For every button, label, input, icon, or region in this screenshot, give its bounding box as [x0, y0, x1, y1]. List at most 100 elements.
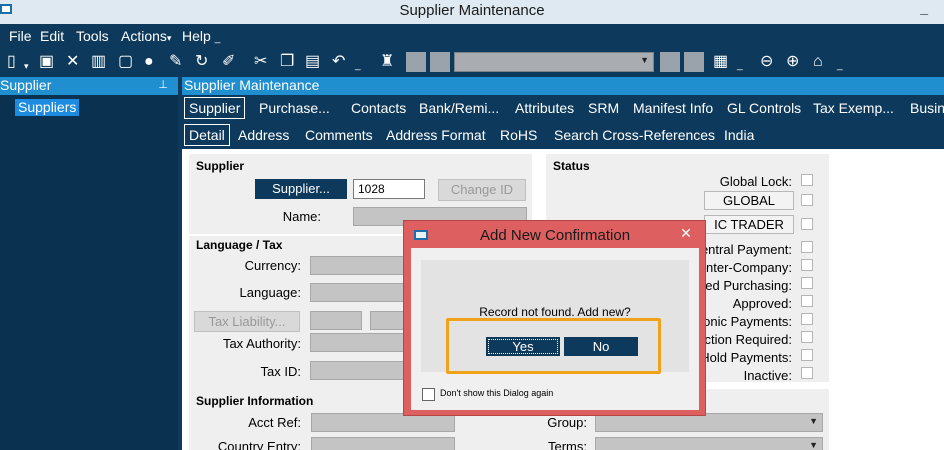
tab-address[interactable]: Address	[238, 127, 289, 143]
cut-icon[interactable]: ✂	[254, 52, 267, 72]
tax-authority-field[interactable]	[310, 333, 410, 352]
currency-field[interactable]	[310, 256, 410, 275]
chevron-down-icon[interactable]: _	[837, 56, 843, 76]
menu-file[interactable]: File	[9, 28, 32, 44]
record-navigator-combo[interactable]: ▼	[454, 52, 654, 72]
terms-combo[interactable]: ▼	[595, 437, 823, 450]
inactive-checkbox[interactable]	[801, 367, 813, 379]
central-payment-checkbox[interactable]	[801, 241, 813, 253]
dont-show-label: Don't show this Dialog again	[440, 388, 554, 398]
supplier-id-input[interactable]: 1028	[353, 179, 425, 199]
undo-icon[interactable]: ↶	[332, 52, 345, 72]
save-icon[interactable]: ▣	[39, 52, 54, 72]
minimize-button[interactable]: _	[920, 0, 928, 16]
global-lock-label: Global Lock:	[719, 174, 792, 189]
chevron-down-icon[interactable]: ▾	[24, 56, 29, 76]
tab-manifest-info[interactable]: Manifest Info	[633, 100, 713, 116]
tab-gl-controls[interactable]: GL Controls	[727, 100, 801, 116]
sub-tab-row: Detail Address Comments Address Format R…	[182, 123, 944, 149]
chevron-down-icon[interactable]: _	[355, 56, 361, 76]
ic-trader-button[interactable]: IC TRADER	[704, 215, 794, 234]
approved-checkbox[interactable]	[801, 295, 813, 307]
change-id-button[interactable]: Change ID	[438, 179, 526, 201]
linked-purchasing-checkbox[interactable]	[801, 277, 813, 289]
tab-purchase[interactable]: Purchase...	[259, 100, 330, 116]
tab-address-format[interactable]: Address Format	[386, 127, 486, 143]
tab-business[interactable]: Busin	[910, 100, 944, 116]
new-icon[interactable]: ▯	[7, 52, 16, 72]
menu-actions[interactable]: Actions▾	[121, 28, 171, 44]
back-icon[interactable]: ⊖	[760, 52, 773, 72]
tree-panel: Supplier ⊥ Suppliers	[0, 77, 178, 450]
tab-attributes[interactable]: Attributes	[515, 100, 574, 116]
tax-liability-field[interactable]	[310, 311, 362, 330]
section-language-tax: Language / Tax	[196, 238, 283, 252]
copy-icon[interactable]: ❐	[280, 52, 294, 72]
tab-supplier[interactable]: Supplier	[184, 97, 246, 119]
last-record-icon[interactable]	[684, 52, 704, 72]
tab-comments[interactable]: Comments	[305, 127, 373, 143]
attach-icon[interactable]: ✎	[169, 52, 182, 72]
chevron-down-icon: ▼	[809, 416, 818, 426]
menu-edit[interactable]: Edit	[40, 28, 64, 44]
supplier-button[interactable]: Supplier...	[255, 179, 347, 199]
dialog-message: Record not found. Add new?	[479, 305, 631, 319]
tab-india[interactable]: India	[724, 127, 754, 143]
menu-help[interactable]: Help _	[182, 28, 220, 44]
chevron-down-icon: _	[214, 33, 221, 44]
add-new-confirmation-dialog: Add New Confirmation ✕ Record not found.…	[403, 220, 706, 416]
tab-bank-remit[interactable]: Bank/Remi...	[419, 100, 499, 116]
dialog-title: Add New Confirmation	[480, 227, 631, 244]
global-button[interactable]: GLOBAL	[704, 191, 794, 210]
book-icon[interactable]: ▥	[91, 52, 106, 72]
menu-bar: File Edit Tools Actions▾ Help _	[0, 24, 944, 48]
no-button[interactable]: No	[564, 337, 638, 356]
tax-liability-button[interactable]: Tax Liability...	[194, 311, 300, 332]
pin-icon[interactable]: ⊥	[158, 78, 168, 91]
name-label: Name:	[282, 209, 321, 224]
menu-tools[interactable]: Tools	[76, 28, 109, 44]
delete-icon[interactable]: ✕	[66, 52, 79, 72]
next-record-icon[interactable]	[660, 52, 680, 72]
country-entry-field[interactable]	[311, 437, 455, 450]
layout-icon[interactable]: ▦	[713, 52, 728, 72]
tree-node-suppliers[interactable]: Suppliers	[15, 99, 80, 116]
title-bar: Supplier Maintenance _	[0, 0, 944, 24]
action-required-checkbox[interactable]	[801, 331, 813, 343]
language-field[interactable]	[310, 283, 410, 302]
window-title: Supplier Maintenance	[399, 2, 545, 19]
close-icon[interactable]: ✕	[675, 224, 697, 242]
tab-detail[interactable]: Detail	[184, 124, 230, 146]
tab-tax-exemption[interactable]: Tax Exemp...	[813, 100, 894, 116]
dont-show-checkbox[interactable]	[422, 388, 435, 401]
menu-actions-label: Actions	[121, 28, 167, 44]
global-checkbox[interactable]	[801, 194, 813, 206]
home-icon[interactable]: ⌂	[813, 52, 823, 72]
top-tab-row: Supplier Purchase... Contacts Bank/Remi.…	[182, 96, 944, 122]
ic-trader-checkbox[interactable]	[801, 218, 813, 230]
group-label: Group:	[547, 415, 587, 430]
tax-id-field[interactable]	[310, 361, 410, 380]
yes-button[interactable]: Yes	[486, 337, 560, 356]
first-record-icon[interactable]	[406, 52, 426, 72]
chevron-down-icon: ▼	[640, 55, 649, 65]
electronic-payments-checkbox[interactable]	[801, 313, 813, 325]
tab-rohs[interactable]: RoHS	[500, 127, 537, 143]
forward-icon[interactable]: ⊕	[786, 52, 799, 72]
hold-payments-checkbox[interactable]	[801, 349, 813, 361]
inter-company-checkbox[interactable]	[801, 259, 813, 271]
refresh-icon[interactable]: ↻	[195, 52, 208, 72]
prev-record-icon[interactable]	[430, 52, 450, 72]
paste-icon[interactable]: ▤	[305, 52, 320, 72]
search-binoculars-icon[interactable]: ♜	[380, 52, 394, 72]
country-entry-label: Country Entry:	[217, 439, 301, 450]
comment-icon[interactable]: ●	[144, 52, 154, 72]
global-lock-checkbox[interactable]	[801, 174, 813, 186]
tab-search-cross-references[interactable]: Search Cross-References	[554, 127, 715, 143]
chevron-down-icon[interactable]: _	[737, 56, 743, 76]
clear-icon[interactable]: ✐	[222, 52, 235, 72]
tax-id-label: Tax ID:	[260, 364, 301, 379]
tab-srm[interactable]: SRM	[588, 100, 619, 116]
note-icon[interactable]: ▢	[118, 52, 133, 72]
tab-contacts[interactable]: Contacts	[351, 100, 406, 116]
